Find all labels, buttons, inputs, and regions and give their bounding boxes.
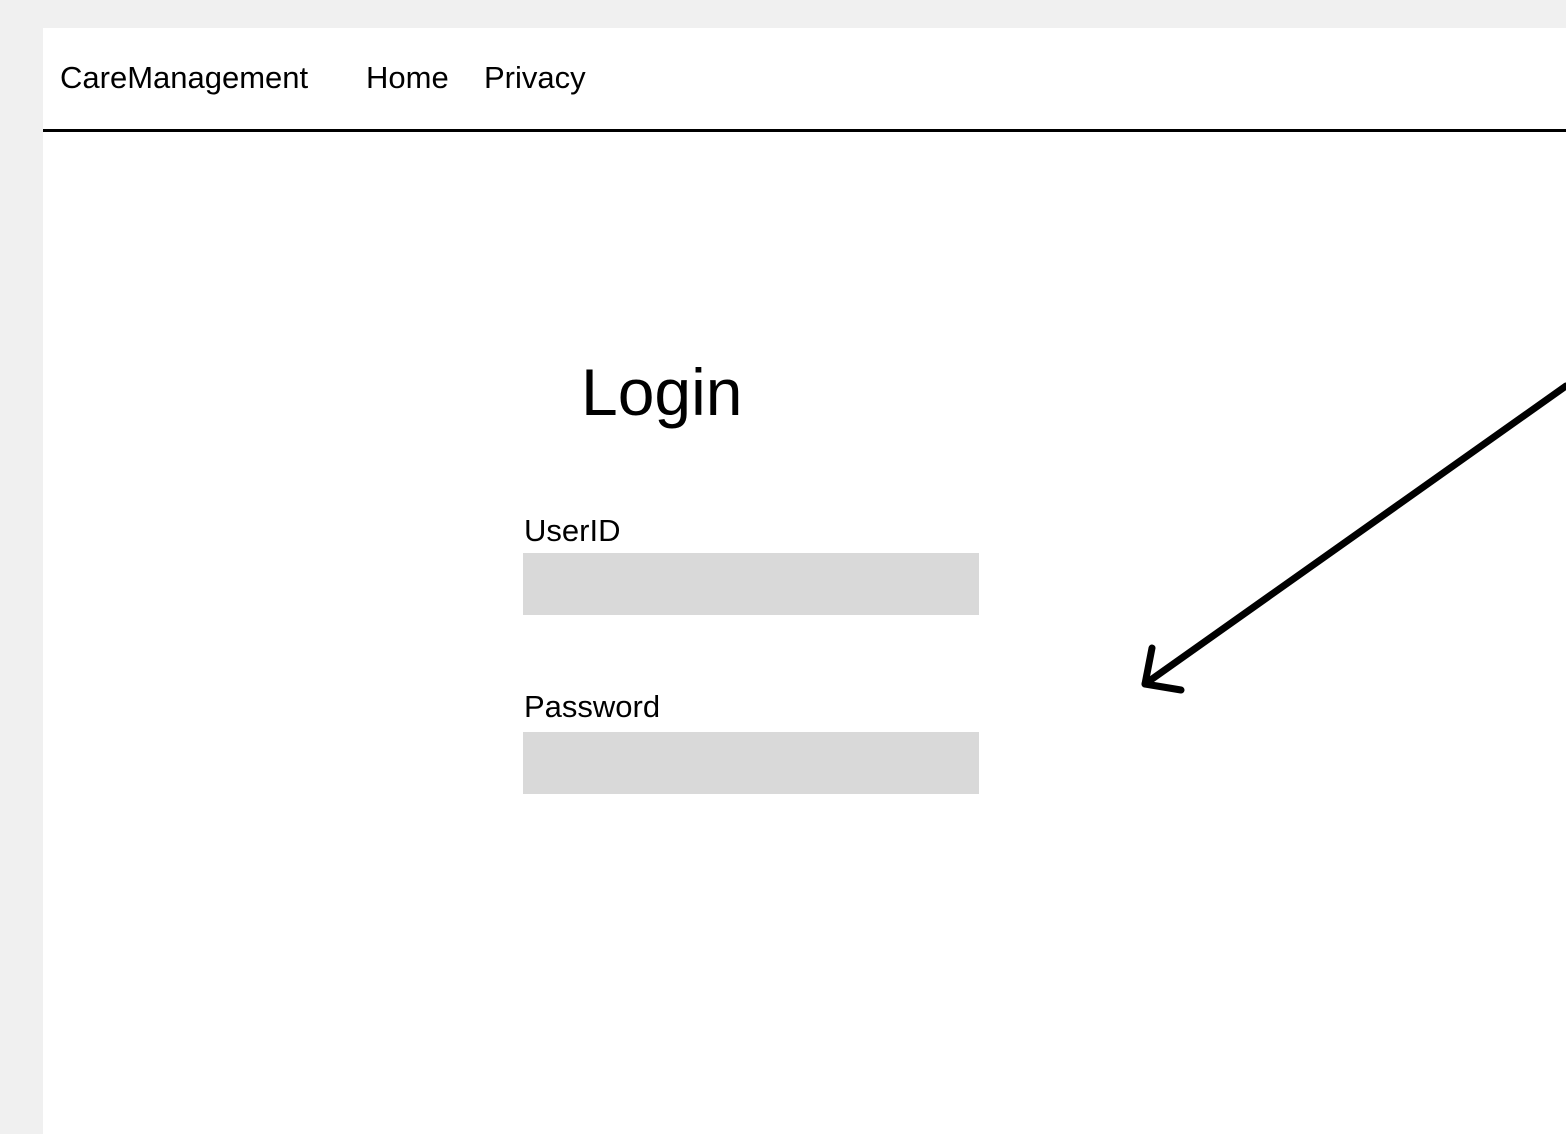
userid-input[interactable] [523,553,979,615]
brand-link[interactable]: CareManagement [60,60,308,96]
password-input[interactable] [523,732,979,794]
login-title: Login [581,355,743,429]
nav-link-privacy[interactable]: Privacy [484,60,586,96]
userid-label: UserID [524,513,621,548]
navbar: CareManagement Home Privacy [43,28,1566,132]
password-label: Password [524,689,661,724]
nav-link-home[interactable]: Home [366,60,449,96]
page-frame: CareManagement Home Privacy Login UserID… [43,28,1566,1134]
